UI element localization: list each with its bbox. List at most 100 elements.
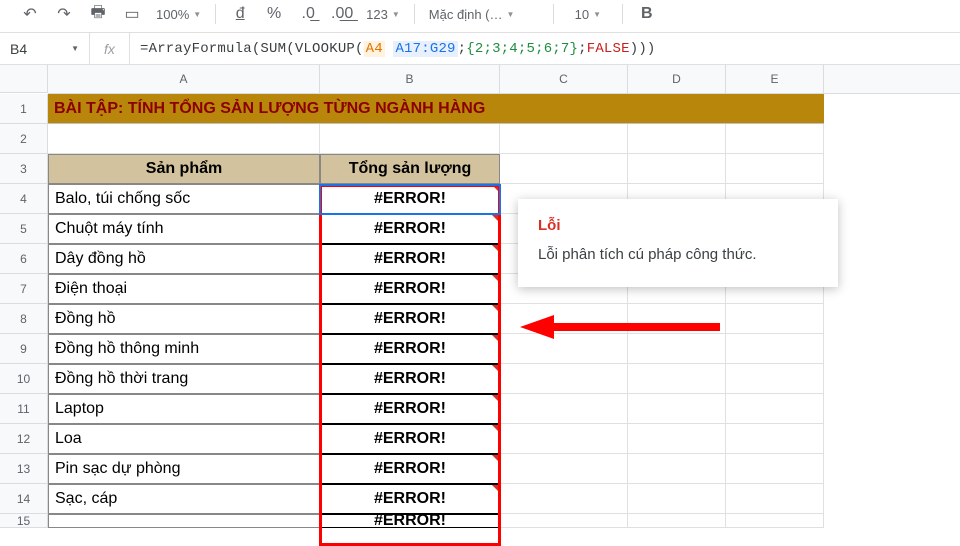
cell[interactable] <box>726 394 824 424</box>
column-header[interactable]: C <box>500 65 628 93</box>
row-header[interactable]: 6 <box>0 244 48 274</box>
cell[interactable] <box>500 484 628 514</box>
column-header[interactable]: A <box>48 65 320 93</box>
zoom-dropdown[interactable]: 100%▼ <box>156 7 201 22</box>
cell[interactable] <box>48 124 320 154</box>
cell[interactable] <box>628 424 726 454</box>
cell[interactable] <box>628 484 726 514</box>
cell[interactable] <box>726 424 824 454</box>
fx-icon: fx <box>90 33 130 64</box>
error-popup-title: Lỗi <box>538 217 818 234</box>
row-header[interactable]: 12 <box>0 424 48 454</box>
column-header[interactable]: E <box>726 65 824 93</box>
cell[interactable] <box>628 454 726 484</box>
cell[interactable] <box>726 514 824 528</box>
cell[interactable] <box>628 394 726 424</box>
cell[interactable] <box>500 304 628 334</box>
toolbar: ↶ ↷ 🖶 ▭ 100%▼ đ % .0̲ .0̲0̲ 123▼ Mặc địn… <box>0 0 960 33</box>
row-header[interactable]: 4 <box>0 184 48 214</box>
cell[interactable] <box>726 484 824 514</box>
spreadsheet-grid[interactable]: A B C D E 1BÀI TẬP: TÍNH TỔNG SẢN LƯỢNG … <box>0 65 960 528</box>
currency-icon[interactable]: đ <box>230 4 250 24</box>
cell[interactable] <box>628 154 726 184</box>
cell[interactable] <box>726 364 824 394</box>
font-dropdown[interactable]: Mặc định (…▼ <box>429 7 539 22</box>
row-header[interactable]: 11 <box>0 394 48 424</box>
cell[interactable] <box>628 334 726 364</box>
redo-icon[interactable]: ↷ <box>54 4 74 24</box>
number-format-dropdown[interactable]: 123▼ <box>366 7 400 22</box>
cell[interactable] <box>628 124 726 154</box>
bold-icon[interactable]: B <box>637 4 657 24</box>
product-cell[interactable]: Điện thoại <box>48 274 320 304</box>
table-row: 15 #ERROR! <box>0 514 960 528</box>
error-cell[interactable]: #ERROR! <box>320 214 500 244</box>
error-cell[interactable]: #ERROR! <box>320 184 500 214</box>
cell[interactable] <box>628 304 726 334</box>
column-header[interactable]: B <box>320 65 500 93</box>
select-all-corner[interactable] <box>0 65 48 93</box>
error-cell[interactable]: #ERROR! <box>320 364 500 394</box>
error-cell[interactable]: #ERROR! <box>320 454 500 484</box>
column-header-cell[interactable]: Tổng sản lượng <box>320 154 500 184</box>
error-cell[interactable]: #ERROR! <box>320 334 500 364</box>
name-box[interactable]: B4▼ <box>0 33 90 64</box>
error-cell[interactable]: #ERROR! <box>320 244 500 274</box>
row-header[interactable]: 1 <box>0 94 48 124</box>
product-cell[interactable]: Sạc, cáp <box>48 484 320 514</box>
cell[interactable] <box>500 424 628 454</box>
cell[interactable] <box>628 514 726 528</box>
cell[interactable] <box>726 124 824 154</box>
error-cell[interactable]: #ERROR! <box>320 274 500 304</box>
cell[interactable] <box>500 124 628 154</box>
decrease-decimal-icon[interactable]: .0̲ <box>298 4 318 24</box>
cell[interactable] <box>500 394 628 424</box>
cell[interactable] <box>500 364 628 394</box>
error-cell[interactable]: #ERROR! <box>320 304 500 334</box>
column-header-cell[interactable]: Sản phẩm <box>48 154 320 184</box>
error-cell[interactable]: #ERROR! <box>320 484 500 514</box>
cell[interactable] <box>500 154 628 184</box>
row-header[interactable]: 8 <box>0 304 48 334</box>
row-header[interactable]: 5 <box>0 214 48 244</box>
row-header[interactable]: 2 <box>0 124 48 154</box>
product-cell[interactable]: Chuột máy tính <box>48 214 320 244</box>
cell[interactable] <box>726 334 824 364</box>
product-cell[interactable]: Đồng hồ thông minh <box>48 334 320 364</box>
product-cell[interactable]: Loa <box>48 424 320 454</box>
product-cell[interactable]: Laptop <box>48 394 320 424</box>
increase-decimal-icon[interactable]: .0̲0̲ <box>332 4 352 24</box>
row-header[interactable]: 9 <box>0 334 48 364</box>
cell[interactable] <box>500 334 628 364</box>
cell[interactable] <box>500 514 628 528</box>
cell[interactable] <box>726 154 824 184</box>
row-header[interactable]: 15 <box>0 514 48 528</box>
product-cell[interactable]: Dây đồng hồ <box>48 244 320 274</box>
cell[interactable] <box>628 364 726 394</box>
row-header[interactable]: 3 <box>0 154 48 184</box>
row-header[interactable]: 7 <box>0 274 48 304</box>
cell[interactable] <box>320 124 500 154</box>
column-header[interactable]: D <box>628 65 726 93</box>
paint-format-icon[interactable]: ▭ <box>122 4 142 24</box>
font-size-dropdown[interactable]: 10▼ <box>568 7 608 22</box>
row-header[interactable]: 13 <box>0 454 48 484</box>
cell[interactable] <box>726 454 824 484</box>
row-header[interactable]: 14 <box>0 484 48 514</box>
product-cell[interactable]: Đồng hồ <box>48 304 320 334</box>
product-cell[interactable]: Pin sạc dự phòng <box>48 454 320 484</box>
product-cell[interactable]: Đồng hồ thời trang <box>48 364 320 394</box>
cell[interactable] <box>726 304 824 334</box>
cell[interactable] <box>500 454 628 484</box>
row-header[interactable]: 10 <box>0 364 48 394</box>
percent-icon[interactable]: % <box>264 4 284 24</box>
formula-input[interactable]: =ArrayFormula(SUM(VLOOKUP(A4 A17:G29;{2;… <box>130 41 960 57</box>
product-cell[interactable]: Balo, túi chống sốc <box>48 184 320 214</box>
error-cell[interactable]: #ERROR! <box>320 394 500 424</box>
title-cell[interactable]: BÀI TẬP: TÍNH TỔNG SẢN LƯỢNG TỪNG NGÀNH … <box>48 94 824 124</box>
error-cell[interactable]: #ERROR! <box>320 514 500 528</box>
print-icon[interactable]: 🖶 <box>88 4 108 24</box>
undo-icon[interactable]: ↶ <box>20 4 40 24</box>
error-cell[interactable]: #ERROR! <box>320 424 500 454</box>
product-cell[interactable] <box>48 514 320 528</box>
